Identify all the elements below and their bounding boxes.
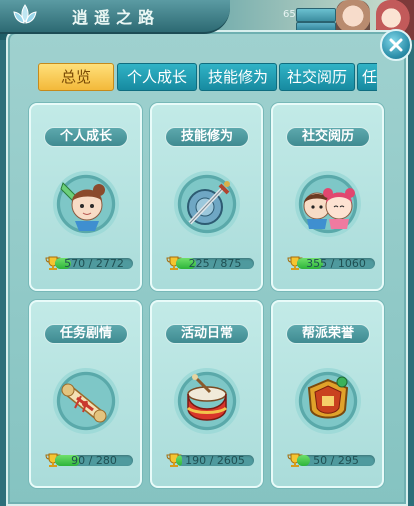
category-card-skill-cultivation[interactable]: 技能修为 225 / 875: [150, 103, 263, 291]
progress-text: 190 / 2605: [185, 455, 245, 466]
warrior-portrait-icon: [53, 171, 119, 237]
progress-bar: 225 / 875: [176, 258, 254, 269]
progress-bar: 355 / 1060: [297, 258, 375, 269]
tab-personal-growth[interactable]: 个人成长: [117, 63, 197, 91]
card-title: 帮派荣誉: [286, 324, 370, 344]
tab-overview[interactable]: 总览: [38, 63, 114, 91]
lotus-emblem-icon: [13, 4, 37, 24]
card-title: 技能修为: [165, 127, 249, 147]
card-title: 活动日常: [165, 324, 249, 344]
drum-icon: [174, 368, 240, 434]
category-card-personal-growth[interactable]: 个人成长 570 / 2772: [29, 103, 142, 291]
card-title: 社交阅历: [286, 127, 370, 147]
card-title: 个人成长: [44, 127, 128, 147]
scene-hp-readout: 65: [283, 9, 296, 20]
scene-status-bar: [296, 8, 336, 22]
gang-badge-icon: [295, 368, 361, 434]
progress-text: 570 / 2772: [64, 258, 124, 269]
progress-text: 225 / 875: [188, 258, 242, 269]
progress-bar: 50 / 295: [297, 455, 375, 466]
tab-quest-partial[interactable]: 任: [357, 63, 377, 91]
sword-shield-icon: [174, 171, 240, 237]
tab-skill-cultivation[interactable]: 技能修为: [199, 63, 277, 91]
progress-bar: 570 / 2772: [55, 258, 133, 269]
category-card-social-experience[interactable]: 社交阅历 355 / 1060: [271, 103, 384, 291]
close-button[interactable]: [380, 29, 412, 61]
window-title: 逍遥之路: [72, 8, 161, 27]
progress-text: 90 / 280: [71, 455, 117, 466]
progress-bar: 90 / 280: [55, 455, 133, 466]
companions-portrait-icon: [295, 171, 361, 237]
tab-social-experience[interactable]: 社交阅历: [279, 63, 355, 91]
category-card-daily-activities[interactable]: 活动日常 190 / 2605: [150, 300, 263, 488]
progress-bar: 190 / 2605: [176, 455, 254, 466]
category-card-quest-story[interactable]: 任务剧情 90 / 280: [29, 300, 142, 488]
scroll-icon: [53, 368, 119, 434]
category-tabs: 总览 个人成长 技能修为 社交阅历 任: [38, 63, 377, 93]
category-card-gang-honor[interactable]: 帮派荣誉 50 / 295: [271, 300, 384, 488]
window-title-tab: 逍遥之路: [0, 0, 230, 34]
close-icon: [389, 38, 403, 52]
card-title: 任务剧情: [44, 324, 128, 344]
progress-text: 50 / 295: [313, 455, 359, 466]
progress-text: 355 / 1060: [306, 258, 366, 269]
